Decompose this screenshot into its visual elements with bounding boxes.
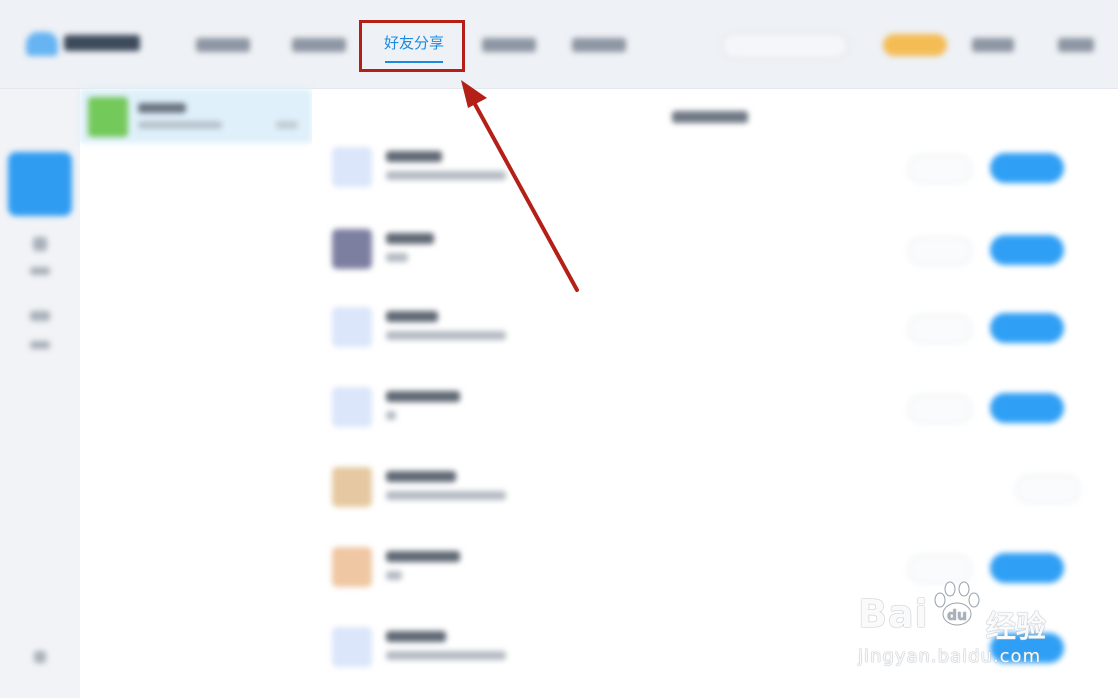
item-meta	[386, 331, 506, 340]
rail-bottom-icon[interactable]	[34, 651, 46, 663]
rail-label	[30, 341, 50, 349]
top-bar: 好友分享	[0, 0, 1118, 89]
rail-icon[interactable]	[33, 237, 47, 251]
vip-button[interactable]	[883, 34, 947, 56]
download-button[interactable]	[990, 313, 1064, 343]
image-icon	[332, 467, 372, 507]
download-button[interactable]	[990, 235, 1064, 265]
item-meta	[386, 651, 506, 660]
rail-label	[30, 267, 50, 275]
folder-icon	[332, 147, 372, 187]
item-name	[386, 471, 456, 482]
nav-tab-1[interactable]	[196, 38, 250, 52]
contact-time	[276, 121, 298, 129]
image-icon	[332, 547, 372, 587]
folder-icon	[332, 307, 372, 347]
item-name	[386, 391, 460, 402]
save-button[interactable]	[908, 155, 972, 183]
watermark-brand-tail: du	[947, 608, 967, 624]
list-item[interactable]	[332, 137, 1092, 197]
contact-item-selected[interactable]	[80, 89, 312, 143]
item-name	[386, 233, 434, 244]
nav-tab-5[interactable]	[572, 38, 626, 52]
tab-friend-share-label: 好友分享	[383, 33, 444, 52]
active-tab-underline	[385, 60, 443, 63]
nav-tab-2[interactable]	[292, 38, 346, 52]
watermark-brand: Bai	[858, 592, 929, 636]
item-name	[386, 631, 446, 642]
item-meta	[386, 253, 408, 262]
folder-icon	[332, 627, 372, 667]
item-meta	[386, 171, 506, 180]
item-name	[386, 551, 460, 562]
window-controls[interactable]	[1058, 38, 1094, 52]
item-meta	[386, 491, 506, 500]
list-item[interactable]	[332, 457, 1092, 517]
watermark-url: jingyan.baidu.com	[858, 646, 1042, 667]
folder-icon	[332, 387, 372, 427]
contact-subtitle	[138, 121, 222, 129]
tab-friend-share[interactable]: 好友分享	[362, 22, 466, 72]
download-button[interactable]	[990, 393, 1064, 423]
save-button[interactable]	[908, 395, 972, 423]
paw-icon: du	[934, 581, 980, 626]
avatar	[88, 97, 128, 137]
watermark-cn: 经验	[986, 610, 1046, 645]
action-button[interactable]	[1016, 475, 1080, 503]
cloud-logo-icon	[26, 32, 58, 56]
contact-name	[138, 103, 186, 113]
save-button[interactable]	[908, 315, 972, 343]
list-item[interactable]	[332, 377, 1092, 437]
watermark-brand-head: Bai	[858, 592, 929, 636]
search-input[interactable]	[722, 33, 848, 59]
baidu-watermark: Bai du 经验 jingyan.baidu.com	[858, 578, 1078, 678]
image-icon	[332, 229, 372, 269]
list-item[interactable]	[332, 297, 1092, 357]
user-menu[interactable]	[972, 38, 1014, 52]
save-button[interactable]	[908, 237, 972, 265]
panel-title	[672, 111, 748, 123]
item-name	[386, 311, 438, 322]
item-name	[386, 151, 442, 162]
item-meta	[386, 411, 396, 420]
list-item[interactable]	[332, 219, 1092, 279]
contact-list	[80, 89, 312, 698]
download-button[interactable]	[990, 153, 1064, 183]
item-meta	[386, 571, 402, 580]
rail-icon[interactable]	[30, 311, 50, 321]
nav-tab-4[interactable]	[482, 38, 536, 52]
left-rail	[0, 89, 80, 698]
rail-item-active[interactable]	[8, 152, 72, 216]
app-logo-text	[64, 35, 140, 51]
